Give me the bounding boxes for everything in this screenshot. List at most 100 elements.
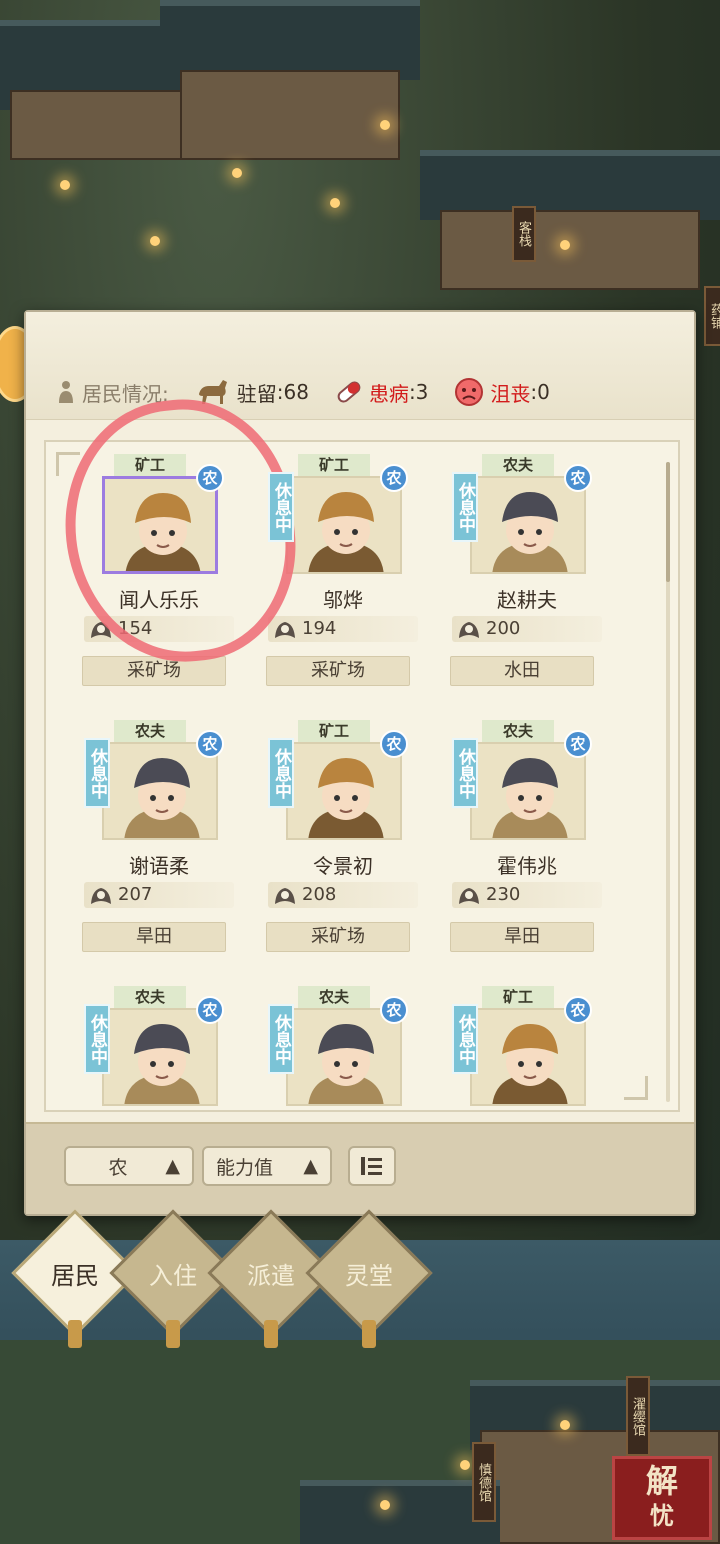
tab-tassel: [362, 1320, 376, 1348]
farm-badge: 农: [380, 996, 408, 1024]
depressed-label: 沮丧: [490, 381, 531, 406]
brand-logo[interactable]: 解 忧: [612, 1456, 712, 1540]
ability-row: 230: [452, 882, 602, 908]
tab-label[interactable]: 灵堂: [324, 1256, 414, 1291]
workplace-button[interactable]: 采矿场: [82, 656, 226, 686]
farm-badge: 农: [564, 464, 592, 492]
character-portrait-icon: [472, 1010, 584, 1104]
virtue-sign[interactable]: 慎德馆: [472, 1442, 496, 1522]
sort-order-button[interactable]: [348, 1146, 396, 1186]
role-tag: 农夫: [114, 720, 186, 742]
resident-portrait[interactable]: [286, 742, 402, 840]
tab-label[interactable]: 入住: [128, 1256, 218, 1291]
resident-portrait[interactable]: [102, 1008, 218, 1106]
panel-header: 居民情况: 驻留 :68 患病 :3 沮丧:0: [26, 312, 694, 420]
brand-line2: 忧: [650, 1502, 674, 1530]
ability-value: 208: [302, 884, 337, 905]
workplace-button[interactable]: 水田: [450, 656, 594, 686]
role-tag: 矿工: [298, 454, 370, 476]
character-portrait-icon: [472, 744, 584, 838]
stay-label: 驻留: [236, 381, 277, 406]
ability-icon: [275, 622, 295, 638]
tab-tassel: [68, 1320, 82, 1348]
resident-card[interactable]: 农夫 休息中 农霍伟兆 230 旱田: [450, 720, 632, 980]
filter-label: 农: [108, 1156, 128, 1179]
stay-stat: 驻留 :68: [195, 378, 309, 407]
ability-icon: [459, 888, 479, 904]
person-icon: [59, 381, 73, 403]
role-tag: 农夫: [482, 454, 554, 476]
role-tag: 农夫: [114, 986, 186, 1008]
resting-badge: 休息中: [452, 738, 478, 808]
sick-value: :3: [408, 380, 429, 404]
resting-badge: 休息中: [268, 1004, 294, 1074]
tab-label[interactable]: 居民: [30, 1256, 120, 1291]
resident-portrait[interactable]: [470, 1008, 586, 1106]
workplace-button[interactable]: 采矿场: [266, 922, 410, 952]
resident-card[interactable]: 矿工 休息中 农: [452, 986, 632, 1110]
resident-name: 谢语柔: [129, 854, 189, 878]
character-portrait-icon: [104, 744, 216, 838]
resident-card[interactable]: 矿工 休息中 农邬烨 194 采矿场: [266, 454, 448, 714]
resident-card[interactable]: 农夫 休息中 农谢语柔 207 旱田: [82, 720, 264, 980]
tab-tassel: [166, 1320, 180, 1348]
character-portrait-icon: [472, 478, 584, 572]
brand-line1: 解: [645, 1462, 678, 1500]
resident-portrait[interactable]: [102, 742, 218, 840]
ability-value: 194: [302, 618, 337, 639]
role-tag: 矿工: [298, 720, 370, 742]
resident-portrait[interactable]: [286, 1008, 402, 1106]
resident-card[interactable]: 矿工 休息中 农令景初 208 采矿场: [266, 720, 448, 980]
stay-value: :68: [276, 380, 309, 404]
farm-badge: 农: [564, 730, 592, 758]
resident-portrait[interactable]: [470, 742, 586, 840]
sad-face-icon: [455, 378, 484, 406]
resting-badge: 休息中: [452, 472, 478, 542]
ability-row: 194: [268, 616, 418, 642]
resting-badge: 休息中: [268, 472, 294, 542]
sort-label: 能力值: [216, 1156, 274, 1179]
resident-card[interactable]: 农夫 休息中 农: [268, 986, 448, 1110]
ability-row: 200: [452, 616, 602, 642]
resident-name: 霍伟兆: [497, 854, 557, 878]
ability-icon: [275, 888, 295, 904]
chevron-up-icon: ▲: [165, 1155, 180, 1177]
ability-icon: [91, 888, 111, 904]
ability-value: 207: [118, 884, 153, 905]
character-portrait-icon: [288, 744, 400, 838]
resident-portrait[interactable]: [286, 476, 402, 574]
resident-portrait[interactable]: [470, 476, 586, 574]
resident-card[interactable]: 农夫 休息中 农: [84, 986, 264, 1110]
profession-filter-button[interactable]: 农 ▲: [64, 1146, 194, 1186]
scrollbar-thumb[interactable]: [666, 462, 670, 582]
depressed-value: :0: [530, 380, 550, 404]
resting-badge: 休息中: [84, 1004, 110, 1074]
chevron-up-icon: ▲: [303, 1155, 318, 1177]
sort-order-icon: [361, 1157, 382, 1175]
farm-badge: 农: [380, 730, 408, 758]
ability-value: 200: [486, 618, 521, 639]
farm-badge: 农: [196, 464, 224, 492]
farm-badge: 农: [564, 996, 592, 1024]
tab-tassel: [264, 1320, 278, 1348]
workplace-button[interactable]: 采矿场: [266, 656, 410, 686]
workplace-button[interactable]: 旱田: [450, 922, 594, 952]
character-portrait-icon: [104, 1010, 216, 1104]
resident-name: 令景初: [313, 854, 373, 878]
inn-sign[interactable]: 客栈: [512, 206, 536, 262]
resting-badge: 休息中: [268, 738, 294, 808]
tailor-sign[interactable]: 濯缨馆: [626, 1376, 650, 1456]
role-tag: 矿工: [482, 986, 554, 1008]
resting-badge: 休息中: [84, 738, 110, 808]
depressed-stat: 沮丧 :0: [454, 377, 550, 407]
resident-name: 赵耕夫: [497, 588, 557, 612]
tab-label[interactable]: 派遣: [226, 1256, 316, 1291]
resident-card[interactable]: 农夫 休息中 农赵耕夫 200 水田: [450, 454, 632, 714]
workplace-button[interactable]: 旱田: [82, 922, 226, 952]
ability-icon: [459, 622, 479, 638]
character-portrait-icon: [288, 478, 400, 572]
ability-sort-button[interactable]: 能力值 ▲: [202, 1146, 332, 1186]
pharmacy-sign[interactable]: 药铺: [704, 286, 720, 346]
character-portrait-icon: [288, 1010, 400, 1104]
role-tag: 农夫: [298, 986, 370, 1008]
